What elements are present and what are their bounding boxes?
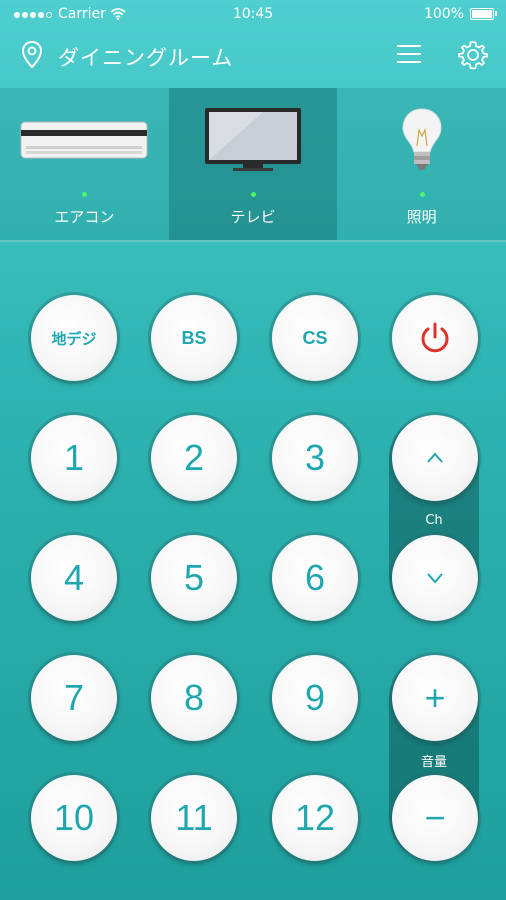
number-button-4[interactable]: 4 [31,535,117,621]
volume-up-button[interactable]: + [392,655,478,741]
chevron-up-icon [427,452,443,463]
status-indicator [82,192,88,197]
location-pin-icon [21,40,43,69]
volume-label: 音量 [420,755,447,770]
status-bar: Carrier 10:45 100% [0,0,506,28]
room-title[interactable]: ダイニングルーム [58,42,233,72]
number-button-8[interactable]: 8 [151,655,237,741]
number-button-7[interactable]: 7 [31,655,117,741]
device-tab-tv[interactable]: テレビ [168,88,338,240]
input-bs-button[interactable]: BS [151,295,237,381]
number-button-11[interactable]: 11 [151,775,237,861]
status-indicator [419,192,425,197]
device-label: エアコン [54,208,115,226]
light-bulb-icon [402,108,442,170]
number-button-12[interactable]: 12 [272,775,358,861]
channel-label: Ch [425,513,443,528]
gear-icon[interactable] [458,40,488,70]
status-indicator [251,192,256,197]
channel-down-button[interactable] [392,535,478,621]
tv-icon [205,108,301,171]
channel-up-button[interactable] [392,415,478,501]
input-cs-button[interactable]: CS [272,295,358,381]
number-button-1[interactable]: 1 [31,415,117,501]
number-button-2[interactable]: 2 [151,415,237,501]
number-button-9[interactable]: 9 [272,655,358,741]
device-label: 照明 [406,208,437,226]
device-tab-light[interactable]: 照明 [337,88,506,240]
number-button-6[interactable]: 6 [272,535,358,621]
chevron-down-icon [427,573,443,584]
battery-percent: 100% [423,6,464,22]
power-button[interactable] [392,295,478,381]
menu-icon[interactable] [396,42,422,66]
power-icon [421,322,449,353]
number-button-5[interactable]: 5 [151,535,237,621]
air-conditioner-icon [20,121,148,159]
device-tabs: エアコン テレビ 照明 [0,88,506,242]
header: ダイニングルーム [0,28,506,86]
battery-icon [470,8,497,20]
number-button-10[interactable]: 10 [31,775,117,861]
device-tab-aircon[interactable]: エアコン [0,88,169,240]
device-label: テレビ [230,208,276,226]
volume-down-button[interactable]: − [392,775,478,861]
input-terrestrial-button[interactable]: 地デジ [31,295,117,381]
number-button-3[interactable]: 3 [272,415,358,501]
